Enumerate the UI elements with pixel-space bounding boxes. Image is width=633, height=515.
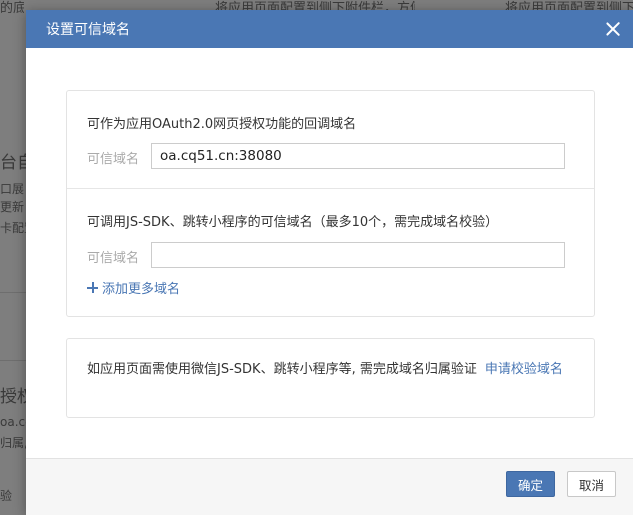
dialog-header: 设置可信域名 [26, 10, 633, 48]
oauth-domain-label: 可信域名 [87, 152, 140, 167]
apply-verify-domain-link[interactable]: 申请校验域名 [485, 362, 563, 377]
bg-text-fragment: 台自定 [0, 153, 26, 173]
plus-icon [87, 282, 98, 293]
section-divider [67, 188, 594, 189]
bg-text-fragment: 口展 [0, 182, 25, 196]
bg-text-fragment: 的底部配置快捷操作菜单 [0, 1, 24, 16]
domain-verification-panel: 如应用页面需使用微信JS-SDK、跳转小程序等, 需完成域名归属验证 申请校验域名 [66, 338, 595, 418]
add-more-domains-link[interactable]: 添加更多域名 [87, 278, 180, 297]
bg-divider [0, 360, 26, 361]
jssdk-domain-label: 可信域名 [87, 251, 140, 266]
bg-text-fragment: 卡配置 [0, 221, 26, 235]
jssdk-description: 可调用JS-SDK、跳转小程序的可信域名（最多10个，需完成域名校验） [87, 215, 499, 230]
close-icon[interactable] [605, 21, 621, 37]
oauth-description: 可作为应用OAuth2.0网页授权功能的回调域名 [87, 117, 357, 132]
oauth-domain-input[interactable] [151, 143, 565, 169]
trusted-domain-dialog: 设置可信域名 可作为应用OAuth2.0网页授权功能的回调域名 可信域名 可调用… [26, 10, 633, 515]
bg-divider [0, 292, 26, 293]
bg-text-fragment: oa.cq5 [0, 415, 26, 429]
jssdk-domain-input[interactable] [151, 242, 565, 268]
bg-text-fragment: 归属, [0, 436, 26, 450]
bg-text-fragment: 更新 [0, 200, 25, 214]
verification-note: 如应用页面需使用微信JS-SDK、跳转小程序等, 需完成域名归属验证 申请校验域名 [87, 360, 577, 380]
add-more-domains-label: 添加更多域名 [102, 282, 181, 297]
domain-settings-panel: 可作为应用OAuth2.0网页授权功能的回调域名 可信域名 可调用JS-SDK、… [66, 90, 595, 317]
cancel-button[interactable]: 取消 [567, 471, 617, 497]
confirm-button[interactable]: 确定 [506, 471, 556, 497]
bg-text-fragment: 验 [0, 489, 13, 503]
dialog-title: 设置可信域名 [46, 22, 130, 38]
bg-text-fragment: 授权 [0, 387, 26, 407]
verification-note-text: 如应用页面需使用微信JS-SDK、跳转小程序等, 需完成域名归属验证 [87, 362, 477, 377]
dialog-footer: 确定 取消 [26, 458, 633, 515]
